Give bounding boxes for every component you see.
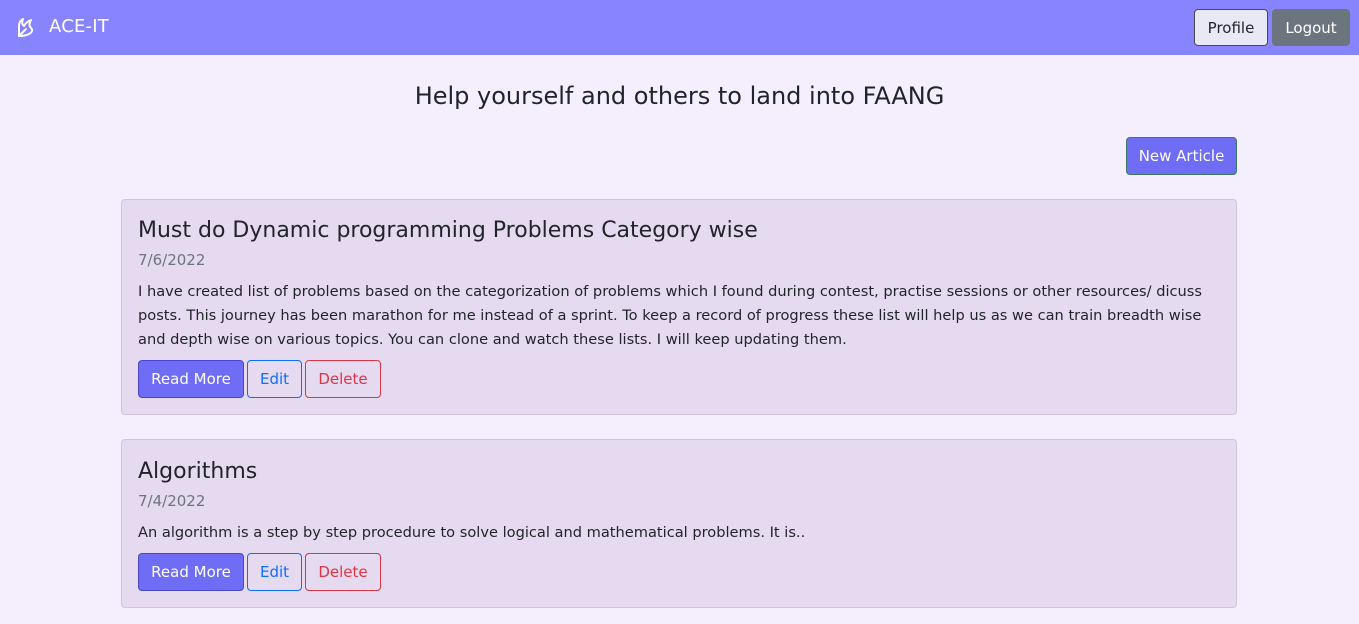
read-more-button[interactable]: Read More (138, 360, 244, 398)
read-more-button[interactable]: Read More (138, 553, 244, 591)
article-excerpt: I have created list of problems based on… (138, 283, 1203, 348)
article-excerpt: An algorithm is a step by step procedure… (138, 524, 806, 541)
article-card: Algorithms 7/4/2022 An algorithm is a st… (121, 439, 1237, 608)
new-article-button[interactable]: New Article (1126, 137, 1237, 175)
delete-button[interactable]: Delete (305, 553, 381, 591)
article-title: Must do Dynamic programming Problems Cat… (138, 218, 758, 243)
article-title: Algorithms (138, 459, 258, 484)
edit-button[interactable]: Edit (247, 553, 302, 591)
article-card: Must do Dynamic programming Problems Cat… (121, 199, 1237, 415)
brand-link[interactable]: ACE-IT (15, 13, 109, 41)
profile-button[interactable]: Profile (1194, 9, 1268, 46)
article-date: 7/6/2022 (138, 251, 206, 269)
brand-name: ACE-IT (49, 16, 109, 37)
page-title: Help yourself and others to land into FA… (414, 82, 945, 110)
navbar: ACE-IT Profile Logout (0, 0, 1359, 55)
feather-icon (15, 16, 37, 38)
edit-button[interactable]: Edit (247, 360, 302, 398)
logout-button[interactable]: Logout (1272, 9, 1350, 46)
article-date: 7/4/2022 (138, 492, 206, 510)
delete-button[interactable]: Delete (305, 360, 381, 398)
